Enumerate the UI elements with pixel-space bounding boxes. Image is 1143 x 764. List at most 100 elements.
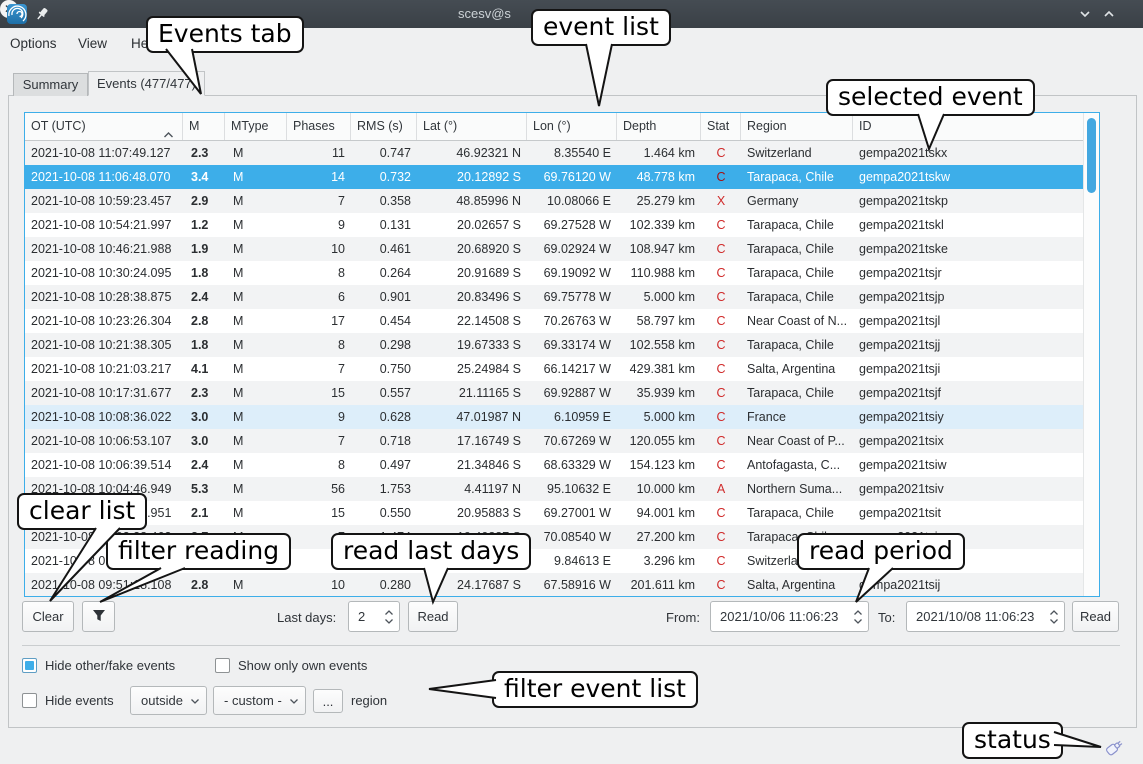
cell-depth: 154.123 km: [617, 453, 701, 477]
column-header-m[interactable]: M: [183, 113, 225, 140]
cell-lat: 20.68920 S: [417, 237, 527, 261]
cell-lon: 95.10632 E: [527, 477, 617, 501]
column-header-mtype[interactable]: MType: [225, 113, 287, 140]
table-row[interactable]: 2021-10-08 10:30:24.0951.8M80.26420.9168…: [25, 261, 1084, 285]
table-row[interactable]: 2021-10-08 10:04:46.9495.3M561.7534.4119…: [25, 477, 1084, 501]
sort-ascending-icon: [163, 122, 174, 140]
cell-stat: C: [701, 285, 741, 309]
vertical-scrollbar[interactable]: [1083, 113, 1099, 596]
hide-events-checkbox[interactable]: [22, 693, 37, 708]
column-header-phases[interactable]: Phases: [287, 113, 351, 140]
read-period-button[interactable]: Read: [1072, 601, 1119, 632]
from-label: From:: [666, 610, 700, 625]
column-header-id[interactable]: ID: [853, 113, 1084, 140]
cell-phases: 10: [287, 573, 351, 597]
pin-icon[interactable]: [34, 6, 50, 22]
menu-view[interactable]: View: [78, 36, 107, 51]
table-row[interactable]: 2021-10-08 10:54:21.9971.2M90.13120.0265…: [25, 213, 1084, 237]
table-row[interactable]: 2021-10-08 10:46:21.9881.9M100.46120.689…: [25, 237, 1084, 261]
cell-lat: 22.14508 S: [417, 309, 527, 333]
region-preset-combobox[interactable]: - custom -: [213, 686, 306, 715]
cell-rms: 1.753: [351, 477, 417, 501]
callout-tail: [417, 566, 457, 606]
table-row[interactable]: 2021-10-08 10:59:23.4572.9M70.35848.8599…: [25, 189, 1084, 213]
callout-read-period: read period: [797, 533, 965, 570]
spin-arrows-icon[interactable]: [848, 610, 868, 624]
cell-mtype: M: [225, 189, 287, 213]
minimize-button[interactable]: [1076, 5, 1094, 23]
cell-rms: 0.718: [351, 429, 417, 453]
cell-id: gempa2021tsiy: [853, 405, 1084, 429]
from-datetime-field[interactable]: 2021/10/06 11:06:23: [710, 601, 869, 632]
spin-arrows-icon[interactable]: [1044, 610, 1064, 624]
show-only-own-events-checkbox[interactable]: [215, 658, 230, 673]
cell-m: 2.3: [183, 141, 225, 165]
scrollbar-thumb[interactable]: [1087, 118, 1096, 193]
table-row[interactable]: 2021-10-08 10:23:26.3042.8M170.45422.145…: [25, 309, 1084, 333]
cell-phases: 17: [287, 309, 351, 333]
column-header-depth[interactable]: Depth: [617, 113, 701, 140]
cell-stat: C: [701, 453, 741, 477]
cell-phases: 14: [287, 165, 351, 189]
cell-lon: 69.75778 W: [527, 285, 617, 309]
table-row[interactable]: 2021-10-08 11:06:48.0703.4M140.73220.128…: [25, 165, 1084, 189]
table-row[interactable]: 2021-10-08 10:21:38.3051.8M80.29819.6733…: [25, 333, 1084, 357]
cell-m: 2.4: [183, 285, 225, 309]
cell-phases: 8: [287, 453, 351, 477]
column-header-lat[interactable]: Lat (°): [417, 113, 527, 140]
table-row[interactable]: 2021-10-08 10:03:43.9512.1M150.55020.958…: [25, 501, 1084, 525]
table-row[interactable]: 2021-10-08 10:08:36.0223.0M90.62847.0198…: [25, 405, 1084, 429]
cell-ot: 2021-10-08 10:46:21.988: [25, 237, 183, 261]
table-row[interactable]: 2021-10-08 10:21:03.2174.1M70.75025.2498…: [25, 357, 1084, 381]
cell-rms: 0.461: [351, 237, 417, 261]
clear-button[interactable]: Clear: [22, 601, 74, 632]
column-header-ot[interactable]: OT (UTC): [25, 113, 183, 140]
cell-depth: 5.000 km: [617, 405, 701, 429]
cell-rms: 0.747: [351, 141, 417, 165]
cell-lat: 20.95883 S: [417, 501, 527, 525]
cell-rms: 0.901: [351, 285, 417, 309]
menu-options[interactable]: Options: [10, 36, 57, 51]
last-days-spinbox[interactable]: 2: [348, 601, 400, 632]
chevron-down-icon: [283, 693, 305, 708]
region-more-button[interactable]: ...: [313, 689, 343, 713]
cell-phases: 7: [287, 189, 351, 213]
cell-lat: 17.16749 S: [417, 429, 527, 453]
cell-region: Near Coast of P...: [741, 429, 853, 453]
table-row[interactable]: 2021-10-08 10:06:53.1073.0M70.71817.1674…: [25, 429, 1084, 453]
cell-region: Tarapaca, Chile: [741, 381, 853, 405]
column-header-stat[interactable]: Stat: [701, 113, 741, 140]
column-header-lon[interactable]: Lon (°): [527, 113, 617, 140]
cell-id: gempa2021tsiw: [853, 453, 1084, 477]
cell-depth: 5.000 km: [617, 285, 701, 309]
spin-arrows-icon[interactable]: [379, 610, 399, 624]
cell-mtype: M: [225, 501, 287, 525]
cell-region: Tarapaca, Chile: [741, 261, 853, 285]
cell-ot: 2021-10-08 10:59:23.457: [25, 189, 183, 213]
column-header-rms[interactable]: RMS (s): [351, 113, 417, 140]
region-scope-combobox[interactable]: outside: [130, 686, 207, 715]
scesv-window: scesv@s ✕ Options View Help Summary Even…: [0, 0, 1143, 764]
callout-event-list: event list: [531, 9, 671, 46]
cell-m: 1.9: [183, 237, 225, 261]
hide-other-fake-events-checkbox[interactable]: [22, 658, 37, 673]
cell-stat: C: [701, 525, 741, 549]
to-datetime-field[interactable]: 2021/10/08 11:06:23: [906, 601, 1065, 632]
cell-m: 4.1: [183, 357, 225, 381]
table-row[interactable]: 2021-10-08 10:17:31.6772.3M150.55721.111…: [25, 381, 1084, 405]
cell-depth: 25.279 km: [617, 189, 701, 213]
cell-stat: C: [701, 573, 741, 597]
cell-depth: 3.296 km: [617, 549, 701, 573]
cell-rms: 0.280: [351, 573, 417, 597]
table-row[interactable]: 2021-10-08 10:06:39.5142.4M80.49721.3484…: [25, 453, 1084, 477]
callout-tail: [158, 47, 213, 99]
callout-tail: [848, 566, 896, 606]
column-header-region[interactable]: Region: [741, 113, 853, 140]
cell-stat: C: [701, 237, 741, 261]
cell-id: gempa2021tsit: [853, 501, 1084, 525]
table-row[interactable]: 2021-10-08 10:28:38.8752.4M60.90120.8349…: [25, 285, 1084, 309]
cell-ot: 2021-10-08 10:28:38.875: [25, 285, 183, 309]
callout-read-last-days: read last days: [331, 533, 531, 570]
maximize-button[interactable]: [1100, 5, 1118, 23]
tab-summary[interactable]: Summary: [13, 73, 88, 96]
